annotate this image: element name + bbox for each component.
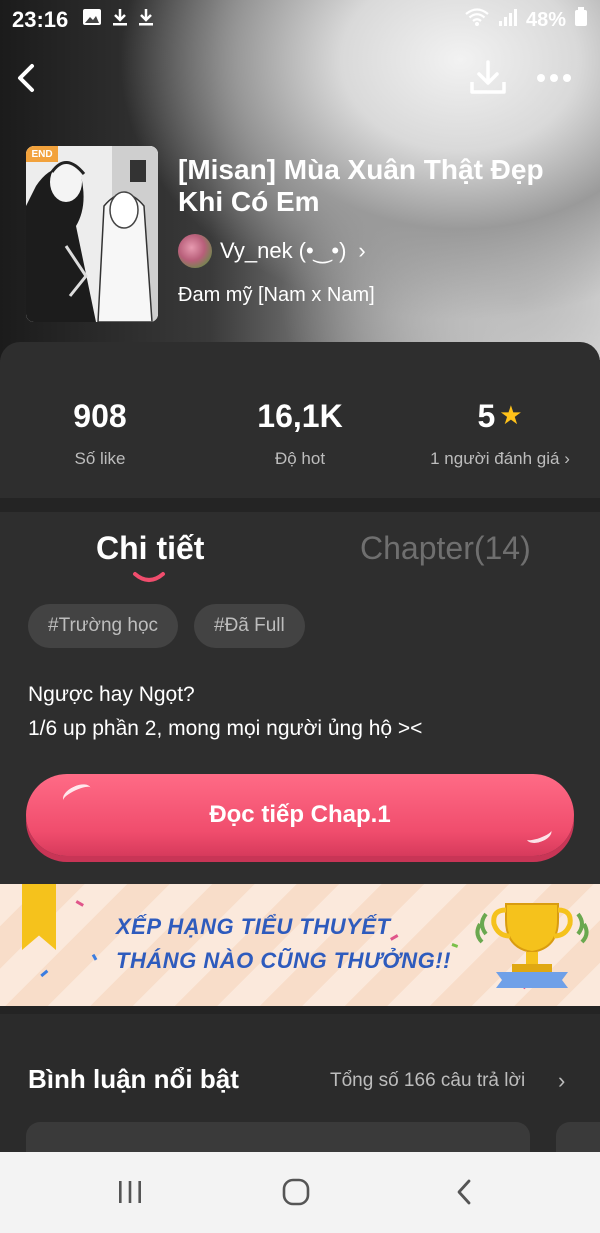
battery-icon xyxy=(574,7,588,33)
status-bar: 23:16 48% xyxy=(0,0,600,40)
recents-icon xyxy=(119,1181,141,1203)
signal-icon xyxy=(498,7,518,33)
end-badge: END xyxy=(26,146,58,162)
home-button[interactable] xyxy=(266,1170,326,1214)
image-icon xyxy=(82,8,102,32)
chevron-right-icon[interactable]: › xyxy=(558,1068,565,1094)
download-button[interactable] xyxy=(466,56,510,100)
wifi-icon xyxy=(464,7,490,33)
battery-level: 48% xyxy=(525,8,566,31)
back-button[interactable] xyxy=(10,58,46,98)
home-icon xyxy=(282,1178,310,1206)
story-cover[interactable]: END xyxy=(26,146,158,322)
download-notif-icon xyxy=(138,7,154,33)
hot-label: Độ hot xyxy=(274,449,326,468)
rating-count-link[interactable]: 1 người đánh giá › xyxy=(400,449,600,469)
top-bar xyxy=(0,52,600,104)
author-link[interactable]: Vy_nek (•‿•) › xyxy=(178,234,366,268)
button-highlight xyxy=(60,780,94,808)
recent-apps-button[interactable] xyxy=(100,1170,160,1214)
divider xyxy=(0,498,600,512)
stat-likes: 908 Số like xyxy=(0,398,200,469)
tab-chapter[interactable]: Chapter(14) xyxy=(360,530,531,567)
tab-detail[interactable]: Chi tiết xyxy=(96,530,204,567)
details-section: Chi tiết Chapter(14) #Trường học #Đã Ful… xyxy=(0,512,600,884)
continue-reading-label: Đọc tiếp Chap.1 xyxy=(209,801,391,828)
more-options-button[interactable] xyxy=(532,58,576,98)
rating-value-row: 5 ★ xyxy=(400,398,600,435)
download-notif-icon xyxy=(112,7,128,33)
tag-completed[interactable]: #Đã Full xyxy=(194,604,305,648)
description-line: 1/6 up phần 2, mong mọi người ủng hộ >< xyxy=(28,717,423,740)
stat-hot: 16,1K Độ hot xyxy=(200,398,400,469)
stat-rating[interactable]: 5 ★ 1 người đánh giá › xyxy=(400,398,600,469)
featured-comments: Bình luận nổi bật Tổng số 166 câu trả lờ… xyxy=(0,1014,600,1182)
status-time: 23:16 xyxy=(12,7,69,32)
cover-illustration xyxy=(26,146,158,322)
story-title: [Misan] Mùa Xuân Thật Đẹp Khi Có Em xyxy=(178,154,544,217)
comments-total-link[interactable]: Tổng số 166 câu trả lời xyxy=(330,1070,525,1092)
likes-value: 908 xyxy=(73,398,127,434)
system-nav-bar xyxy=(0,1152,600,1233)
description-line: Ngược hay Ngọt? xyxy=(28,683,195,706)
continue-reading-button[interactable]: Đọc tiếp Chap.1 xyxy=(26,774,574,856)
tab-active-indicator xyxy=(133,572,165,582)
avatar xyxy=(178,234,212,268)
banner-line: THÁNG NÀO CŨNG THƯỞNG!! xyxy=(116,948,451,973)
button-highlight xyxy=(524,823,554,847)
author-name: Vy_nek (•‿•) xyxy=(220,238,347,263)
comments-title: Bình luận nổi bật xyxy=(28,1064,239,1094)
banner-text: XẾP HẠNG TIỂU THUYẾT THÁNG NÀO CŨNG THƯỞ… xyxy=(116,910,451,978)
story-header: 23:16 48% END [Misan] Mùa Xuân Thật Đẹp … xyxy=(0,0,600,360)
back-icon xyxy=(457,1179,471,1205)
likes-label: Số like xyxy=(74,449,126,468)
trophy-icon xyxy=(475,903,589,988)
rating-value: 5 xyxy=(477,398,496,434)
stats-panel: 908 Số like 16,1K Độ hot 5 ★ 1 người đánh… xyxy=(0,342,600,498)
system-back-button[interactable] xyxy=(434,1170,494,1214)
story-description: Ngược hay Ngọt? 1/6 up phần 2, mong mọi … xyxy=(28,678,578,746)
star-icon: ★ xyxy=(499,400,523,430)
back-icon xyxy=(18,64,34,92)
story-genre: Đam mỹ [Nam x Nam] xyxy=(178,284,375,306)
download-icon xyxy=(470,60,506,94)
chevron-right-icon: › xyxy=(358,238,366,263)
tag-school[interactable]: #Trường học xyxy=(28,604,179,648)
hot-value: 16,1K xyxy=(257,398,343,434)
divider xyxy=(0,1006,600,1014)
ranking-banner[interactable]: XẾP HẠNG TIỂU THUYẾT THÁNG NÀO CŨNG THƯỞ… xyxy=(0,884,600,1006)
more-icon xyxy=(537,74,571,82)
banner-line: XẾP HẠNG TIỂU THUYẾT xyxy=(116,914,391,939)
